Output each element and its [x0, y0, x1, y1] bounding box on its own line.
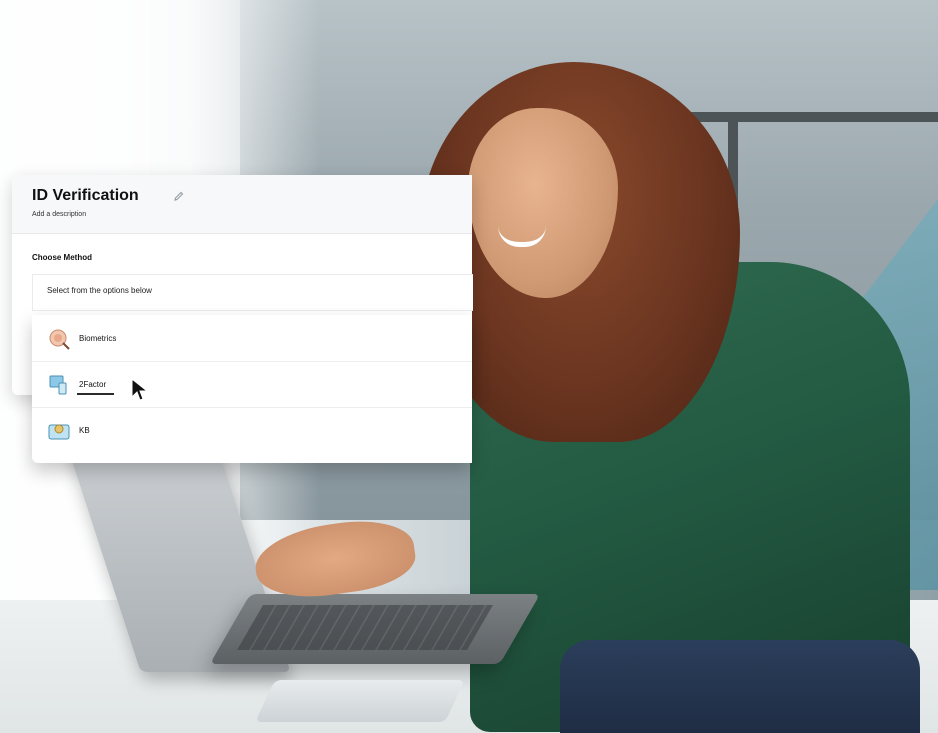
mouse-cursor-icon — [131, 377, 149, 402]
laptop-keyboard — [237, 605, 493, 650]
method-dropdown: Biometrics 2Factor KB — [32, 315, 472, 463]
option-biometrics[interactable]: Biometrics — [32, 315, 472, 362]
panel-description[interactable]: Add a description — [32, 211, 86, 218]
choose-method-label: Choose Method — [32, 253, 92, 262]
phone — [255, 680, 465, 722]
method-select[interactable]: Select from the options below — [32, 274, 473, 311]
kba-icon — [48, 420, 70, 440]
option-label: 2Factor — [79, 380, 107, 389]
option-label: Biometrics — [79, 334, 117, 343]
option-kba[interactable]: KB — [32, 407, 472, 453]
biometrics-icon — [48, 328, 70, 350]
method-select-placeholder: Select from the options below — [47, 286, 152, 295]
option-underline — [77, 393, 114, 395]
panel-title: ID Verification — [32, 187, 139, 204]
scene: ID Verification Add a description Choose… — [0, 0, 938, 733]
panel-header: ID Verification Add a description — [12, 175, 472, 234]
person-jeans — [560, 640, 920, 733]
two-factor-icon — [48, 374, 68, 395]
pencil-icon[interactable] — [173, 190, 185, 205]
option-label: KB — [79, 426, 90, 435]
option-2factor[interactable]: 2Factor — [32, 361, 472, 408]
